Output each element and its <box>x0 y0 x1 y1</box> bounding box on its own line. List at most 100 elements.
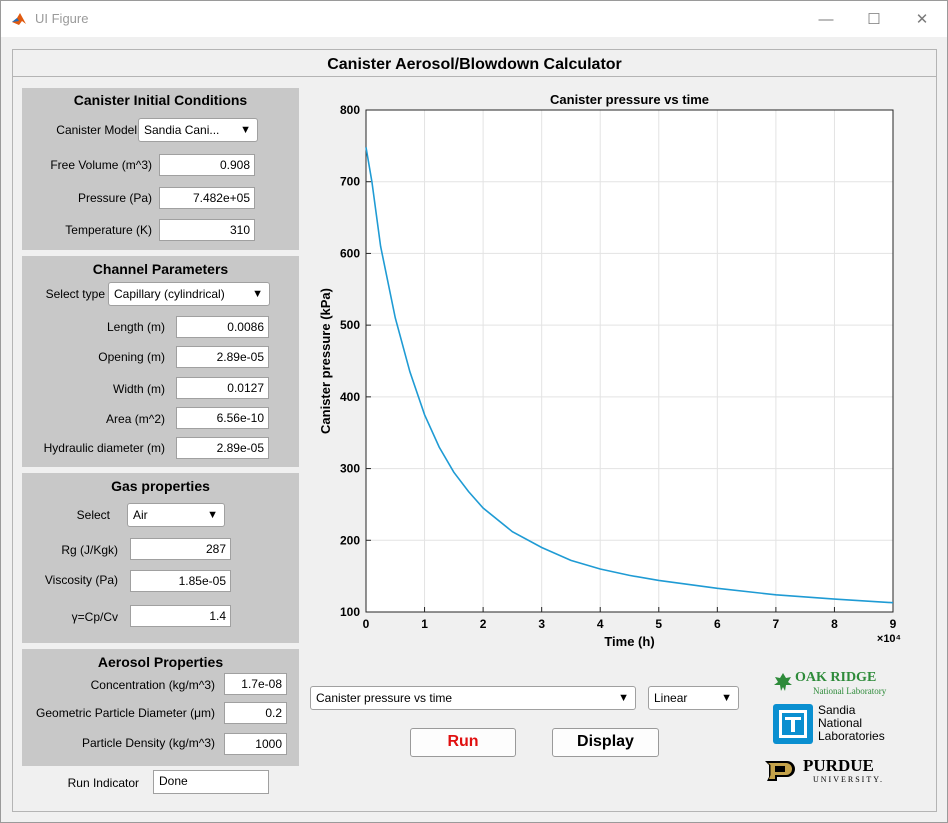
sandia-name-3: Laboratories <box>818 729 885 743</box>
y-tick-label: 600 <box>340 246 360 260</box>
purdue-subtitle: UNIVERSITY. <box>813 775 884 784</box>
maximize-button[interactable]: ☐ <box>851 5 897 33</box>
gas-panel-title: Gas properties <box>111 478 210 494</box>
ornl-logo: OAK RIDGE National Laboratory <box>773 670 893 700</box>
thunderbird-icon <box>773 704 813 744</box>
sandia-logo: Sandia National Laboratories <box>773 704 893 746</box>
canister-panel: Canister Initial Conditions Canister Mod… <box>22 88 299 250</box>
width-field[interactable]: 0.0127 <box>176 377 269 399</box>
title-divider <box>13 76 936 77</box>
y-tick-label: 300 <box>340 462 360 476</box>
area-label: Area (m^2) <box>106 412 165 426</box>
aerosol-panel-title: Aerosol Properties <box>97 654 224 670</box>
app-window: UI Figure — ☐ ✕ Canister Aerosol/Blowdow… <box>0 0 948 823</box>
channel-panel-title: Channel Parameters <box>92 261 229 277</box>
purdue-logo: PURDUE UNIVERSITY. <box>763 756 893 786</box>
x-tick-label: 2 <box>480 617 487 631</box>
temperature-label: Temperature (K) <box>65 223 152 237</box>
run-button[interactable]: Run <box>410 728 516 757</box>
length-field[interactable]: 0.0086 <box>176 316 269 338</box>
leaf-icon <box>774 673 792 691</box>
channel-type-label: Select type <box>45 287 105 301</box>
aerosol-panel: Aerosol Properties Concentration (kg/m^3… <box>22 649 299 766</box>
opening-label: Opening (m) <box>98 350 165 364</box>
close-button[interactable]: ✕ <box>899 5 945 33</box>
gas-select-dropdown[interactable]: Air ▼ <box>127 503 225 527</box>
channel-panel: Channel Parameters Select type Capillary… <box>22 256 299 467</box>
y-axis-label: Canister pressure (kPa) <box>318 288 333 434</box>
free-volume-label: Free Volume (m^3) <box>50 158 152 172</box>
x-tick-label: 0 <box>363 617 370 631</box>
x-tick-label: 5 <box>655 617 662 631</box>
x-exponent-label: ×10⁴ <box>877 633 901 645</box>
area-field[interactable]: 6.56e-10 <box>176 407 269 429</box>
canister-model-dropdown[interactable]: Sandia Cani... ▼ <box>138 118 258 142</box>
x-axis-label: Time (h) <box>604 634 654 649</box>
main-panel: Canister Aerosol/Blowdown Calculator Can… <box>12 49 937 812</box>
length-label: Length (m) <box>106 320 165 334</box>
app-title: Canister Aerosol/Blowdown Calculator <box>327 56 622 73</box>
free-volume-field[interactable]: 0.908 <box>159 154 255 176</box>
gas-select-value: Air <box>133 508 148 522</box>
opening-field[interactable]: 2.89e-05 <box>176 346 269 368</box>
pressure-label: Pressure (Pa) <box>77 191 152 205</box>
viscosity-field[interactable]: 1.85e-05 <box>130 570 231 592</box>
x-tick-label: 6 <box>714 617 721 631</box>
particle-diameter-field[interactable]: 0.2 <box>224 702 287 724</box>
chart-title: Canister pressure vs time <box>550 92 709 107</box>
canister-panel-title: Canister Initial Conditions <box>73 92 248 108</box>
rg-field[interactable]: 287 <box>130 538 231 560</box>
plot-select-value: Canister pressure vs time <box>316 691 453 705</box>
chevron-down-icon: ▼ <box>618 692 629 704</box>
canister-model-label: Canister Model <box>56 123 137 137</box>
y-tick-label: 700 <box>340 175 360 189</box>
ornl-name: OAK RIDGE <box>795 670 877 685</box>
rg-label: Rg (J/Kgk) <box>61 543 118 557</box>
display-button[interactable]: Display <box>552 728 659 757</box>
plot-select-dropdown[interactable]: Canister pressure vs time ▼ <box>310 686 636 710</box>
purdue-name: PURDUE <box>803 756 874 775</box>
y-tick-label: 200 <box>340 533 360 547</box>
temperature-field[interactable]: 310 <box>159 219 255 241</box>
hydraulic-diameter-field[interactable]: 2.89e-05 <box>176 437 269 459</box>
canister-model-value: Sandia Cani... <box>144 123 220 137</box>
run-indicator-field: Done <box>153 770 269 794</box>
chevron-down-icon: ▼ <box>207 509 218 521</box>
particle-diameter-label: Geometric Particle Diameter (μm) <box>36 706 215 720</box>
y-tick-label: 400 <box>340 390 360 404</box>
x-tick-label: 1 <box>421 617 428 631</box>
channel-type-value: Capillary (cylindrical) <box>114 287 225 301</box>
gas-panel: Gas properties Select Air ▼ Rg (J/Kgk) 2… <box>22 473 299 643</box>
gamma-label: γ=Cp/Cv <box>71 610 118 624</box>
x-tick-label: 3 <box>538 617 545 631</box>
window-title: UI Figure <box>35 11 89 26</box>
y-tick-label: 500 <box>340 318 360 332</box>
concentration-field[interactable]: 1.7e-08 <box>224 673 287 695</box>
chevron-down-icon: ▼ <box>252 288 263 300</box>
gamma-field[interactable]: 1.4 <box>130 605 231 627</box>
pressure-field[interactable]: 7.482e+05 <box>159 187 255 209</box>
viscosity-label: Viscosity (Pa) <box>44 573 118 587</box>
scale-select-value: Linear <box>654 691 688 705</box>
concentration-label: Concentration (kg/m^3) <box>90 678 215 692</box>
matlab-icon <box>11 11 27 27</box>
channel-type-dropdown[interactable]: Capillary (cylindrical) ▼ <box>108 282 270 306</box>
particle-density-field[interactable]: 1000 <box>224 733 287 755</box>
purdue-p-icon <box>765 761 795 781</box>
x-tick-label: 7 <box>773 617 780 631</box>
chevron-down-icon: ▼ <box>721 692 732 704</box>
x-tick-label: 4 <box>597 617 604 631</box>
minimize-button[interactable]: — <box>803 5 849 33</box>
plot-area <box>365 109 894 613</box>
ornl-subtitle: National Laboratory <box>813 686 887 696</box>
y-tick-label: 800 <box>340 103 360 117</box>
particle-density-label: Particle Density (kg/m^3) <box>82 736 215 750</box>
y-tick-label: 100 <box>340 605 360 619</box>
x-tick-label: 9 <box>890 617 897 631</box>
scale-select-dropdown[interactable]: Linear ▼ <box>648 686 739 710</box>
run-indicator-label: Run Indicator <box>67 776 139 790</box>
pressure-chart: 0 1 2 3 4 5 6 7 8 9 100 200 300 400 500 600 700 800 Canis… <box>308 90 908 660</box>
title-bar: UI Figure — ☐ ✕ <box>1 1 947 37</box>
width-label: Width (m) <box>113 382 165 396</box>
x-tick-label: 8 <box>831 617 838 631</box>
